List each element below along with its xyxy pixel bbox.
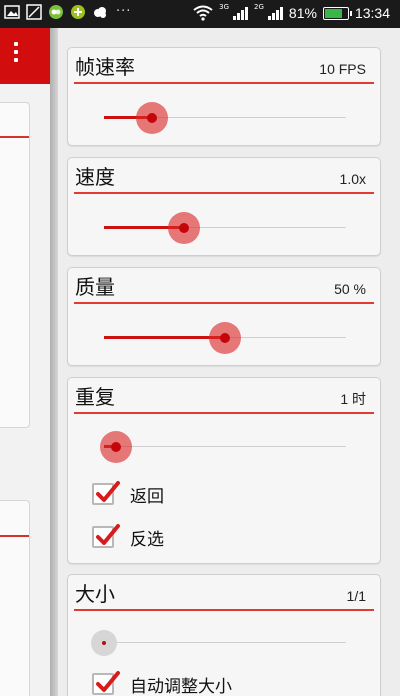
auto-resize-label: 自动调整大小 bbox=[130, 676, 232, 696]
image-icon bbox=[4, 5, 20, 19]
status-bar: ··· 3G 2G 81% 13:34 bbox=[0, 0, 400, 28]
quality-slider[interactable] bbox=[104, 322, 346, 354]
slider-thumb-dot bbox=[220, 333, 230, 343]
quality-title: 质量 bbox=[75, 275, 115, 299]
checkmark-icon bbox=[96, 671, 120, 692]
slider-thumb-dot bbox=[178, 223, 189, 233]
checkmark-icon bbox=[96, 481, 120, 502]
battery-icon bbox=[322, 6, 352, 20]
reverse-label: 返回 bbox=[130, 486, 164, 507]
signal-icon-2 bbox=[267, 6, 283, 20]
speed-value: 1.0x bbox=[339, 171, 366, 187]
invert-label: 反选 bbox=[130, 529, 164, 550]
battery-percent: 81% bbox=[288, 5, 317, 21]
more-notifications: ··· bbox=[116, 4, 132, 19]
auto-resize-option[interactable]: 自动调整大小 bbox=[92, 670, 232, 696]
network-type-2: 2G bbox=[254, 3, 264, 11]
frame-rate-title: 帧速率 bbox=[75, 55, 135, 79]
divider bbox=[74, 302, 374, 304]
slider-track bbox=[104, 446, 346, 447]
repeat-slider[interactable] bbox=[100, 431, 346, 463]
signal-icon-1 bbox=[233, 6, 249, 20]
repeat-title: 重复 bbox=[75, 385, 115, 409]
size-slider[interactable] bbox=[91, 627, 346, 659]
size-title: 大小 bbox=[75, 582, 115, 606]
divider bbox=[74, 609, 374, 611]
divider bbox=[74, 82, 374, 84]
divider bbox=[74, 412, 374, 414]
repeat-value: 1 时 bbox=[340, 391, 366, 407]
size-card: 大小 1/1 自动调整大小 bbox=[67, 574, 381, 696]
app-toolbar bbox=[0, 28, 50, 84]
reverse-checkbox[interactable] bbox=[92, 481, 120, 505]
speed-card: 速度 1.0x bbox=[67, 157, 381, 256]
slider-fill bbox=[104, 336, 225, 339]
speed-slider[interactable] bbox=[104, 212, 346, 244]
invert-checkbox[interactable] bbox=[92, 524, 120, 548]
overflow-menu-icon[interactable] bbox=[14, 42, 20, 62]
divider bbox=[74, 192, 374, 194]
cloud-icon bbox=[94, 7, 106, 18]
app-icon-lime bbox=[71, 5, 85, 19]
quality-card: 质量 50 % bbox=[67, 267, 381, 366]
battery-level bbox=[324, 8, 343, 18]
invert-option[interactable]: 反选 bbox=[92, 523, 164, 551]
checkmark-icon bbox=[96, 524, 120, 545]
clock: 13:34 bbox=[354, 5, 390, 21]
frame-rate-slider[interactable] bbox=[104, 102, 346, 134]
speed-title: 速度 bbox=[75, 165, 115, 189]
background-card bbox=[0, 102, 30, 428]
size-value: 1/1 bbox=[346, 588, 366, 604]
slider-track bbox=[104, 642, 346, 643]
repeat-card: 重复 1 时 返回 反选 bbox=[67, 377, 381, 564]
network-type-1: 3G bbox=[219, 3, 230, 11]
frame-rate-card: 帧速率 10 FPS bbox=[67, 47, 381, 146]
wifi-icon bbox=[193, 5, 213, 21]
main-content bbox=[0, 84, 50, 696]
system-icons: 3G 2G 81% 13:34 bbox=[193, 3, 390, 21]
slider-thumb-dot bbox=[102, 641, 106, 645]
gallery-icon bbox=[26, 4, 42, 20]
frame-rate-value: 10 FPS bbox=[319, 61, 366, 77]
app-icon-green bbox=[49, 5, 63, 19]
notification-icons: ··· bbox=[4, 4, 131, 20]
reverse-option[interactable]: 返回 bbox=[92, 480, 164, 508]
auto-resize-checkbox[interactable] bbox=[92, 671, 120, 695]
quality-value: 50 % bbox=[334, 281, 366, 297]
settings-drawer: 帧速率 10 FPS 速度 1.0x 质量 50 % 重复 1 时 返回 反选 … bbox=[58, 28, 400, 696]
background-card bbox=[0, 500, 30, 696]
